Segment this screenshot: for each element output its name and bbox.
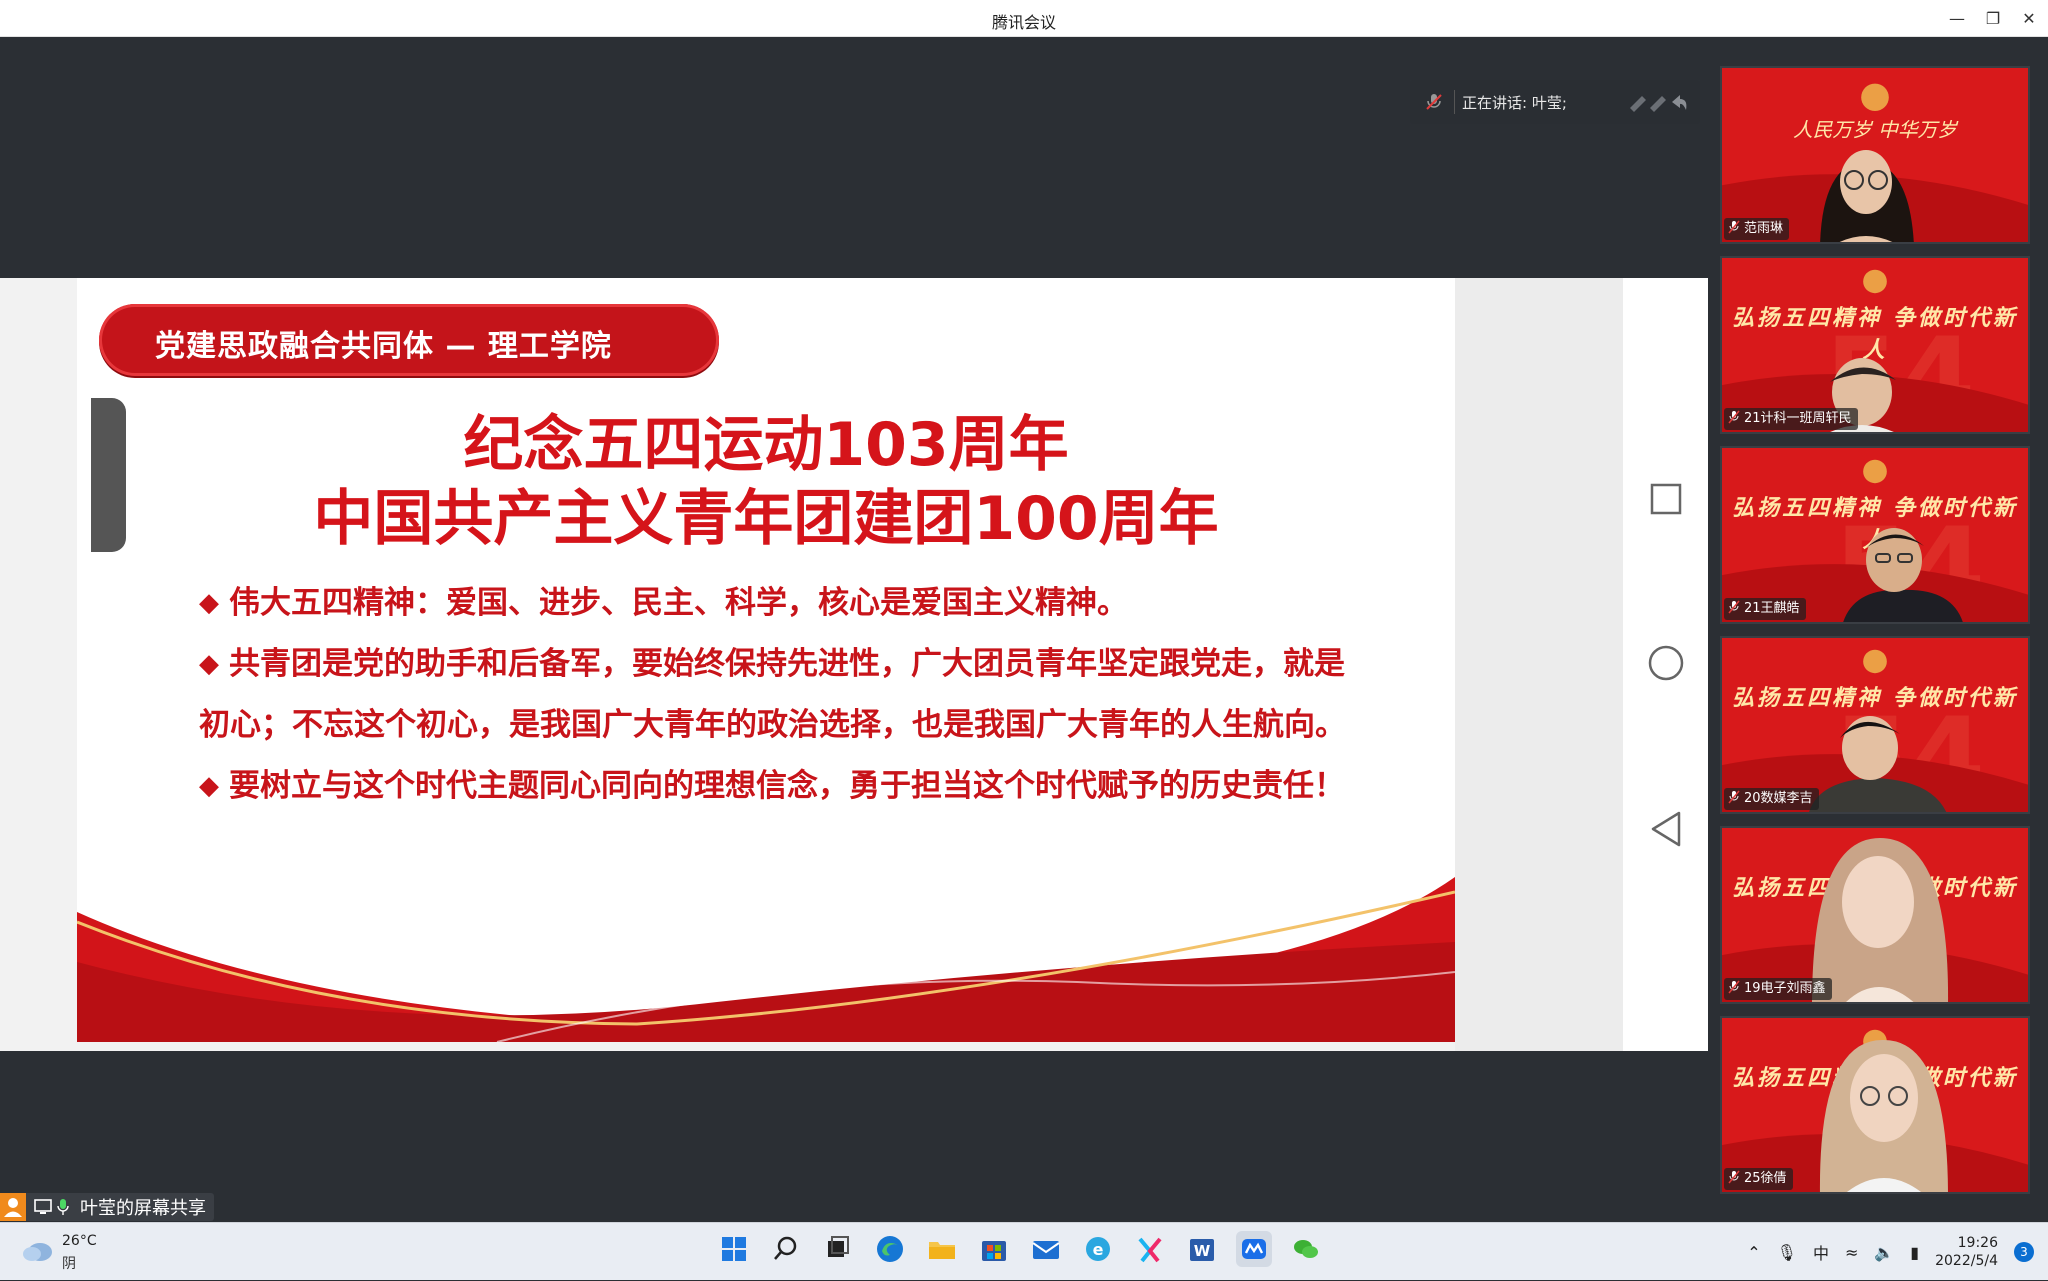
- mic-icon: [1728, 220, 1740, 234]
- ime-indicator[interactable]: 中: [1813, 1240, 1829, 1264]
- mic-icon: [1728, 410, 1740, 424]
- windows-taskbar: 26°C 阴 e W ⌃ 🎙 中 ≈ 🔈 ▮ 19:26 2022/5/4 3: [0, 1222, 2048, 1280]
- participant-tile[interactable]: 54 弘扬五四精神 争做时代新人 20数媒李吉: [1720, 636, 2030, 814]
- participant-name-label: 25徐倩: [1724, 1168, 1793, 1190]
- mic-icon: [1728, 790, 1740, 804]
- participant-tile[interactable]: 弘扬五四精神 争做时代新人 19电子刘雨鑫: [1720, 826, 2030, 1004]
- battery-icon[interactable]: ▮: [1910, 1243, 1919, 1262]
- youku-icon[interactable]: [1132, 1231, 1168, 1267]
- mic-icon: [57, 1199, 69, 1215]
- bullet-item: ◆ 共青团是党的助手和后备军，要始终保持先进性，广大团员青年坚定跟党走，就是初心；…: [199, 646, 1346, 743]
- participant-tile[interactable]: 弘扬五四精神 争做时代新人 25徐倩: [1720, 1016, 2030, 1194]
- svg-text:e: e: [1093, 1240, 1104, 1259]
- participant-video-person: [1820, 1039, 1948, 1192]
- user-icon: [0, 1193, 26, 1221]
- mic-muted-icon: [1426, 94, 1442, 110]
- shared-screen: 党建思政融合共同体 — 理工学院 纪念五四运动103周年 中国共产主义青年团建团…: [0, 278, 1708, 1051]
- screen-share-label: 叶莹的屏幕共享: [80, 1198, 206, 1219]
- file-explorer-icon[interactable]: [924, 1231, 960, 1267]
- diamond-icon: ◆: [199, 771, 219, 801]
- task-view-icon[interactable]: [820, 1231, 856, 1267]
- slide-header-pill: 党建思政融合共同体 — 理工学院: [99, 304, 719, 376]
- wechat-icon[interactable]: [1288, 1231, 1324, 1267]
- participants-sidebar: 人民万岁 中华万岁 范雨琳 54 弘扬五四精神 争做时代新人 21计科一班周轩民: [1708, 37, 2048, 1222]
- weather-temp: 26°C: [62, 1233, 97, 1249]
- slide-bullets: ◆ 伟大五四精神：爱国、进步、民主、科学，核心是爱国主义精神。 ◆ 共青团是党的助手…: [199, 573, 1349, 817]
- phone-nav-panel: [1623, 278, 1708, 1051]
- recent-apps-icon[interactable]: [1649, 482, 1683, 516]
- participant-name-label: 范雨琳: [1724, 218, 1790, 240]
- participant-tile[interactable]: 54 弘扬五四精神 争做时代新人 21计科一班周轩民: [1720, 256, 2030, 434]
- window-title: 腾讯会议: [991, 13, 1056, 32]
- word-icon[interactable]: W: [1184, 1231, 1220, 1267]
- svg-text:W: W: [1194, 1242, 1211, 1260]
- participant-video-person: [1820, 150, 1914, 242]
- clock[interactable]: 19:26 2022/5/4: [1935, 1234, 1998, 1270]
- restore-icon[interactable]: ❐: [1980, 6, 2006, 32]
- system-tray: ⌃ 🎙 中 ≈ 🔈 ▮ 19:26 2022/5/4 3: [1747, 1223, 2034, 1281]
- mic-icon: [1728, 1170, 1740, 1184]
- meeting-stage: 正在讲话: 叶莹; 党建思政融合共同体 — 理工学院 纪念五四运动103周年 中…: [0, 37, 1708, 1222]
- participant-tile[interactable]: 人民万岁 中华万岁 范雨琳: [1720, 66, 2030, 244]
- back-icon[interactable]: [1649, 810, 1683, 848]
- screen-share-icon: [34, 1199, 52, 1214]
- participant-video-person: [1809, 716, 1947, 812]
- diamond-icon: ◆: [199, 649, 219, 679]
- clock-time: 19:26: [1957, 1235, 1998, 1251]
- home-icon[interactable]: [1647, 644, 1685, 682]
- speaker-indicator: 正在讲话: 叶莹;: [1410, 80, 1700, 124]
- participant-name-label: 21计科一班周轩民: [1724, 408, 1858, 430]
- taskbar-apps: e W: [716, 1231, 1324, 1273]
- diamond-icon: ◆: [199, 588, 219, 618]
- store-icon[interactable]: [976, 1231, 1012, 1267]
- participant-tile[interactable]: 54 弘扬五四精神 争做时代新人 21王麒皓: [1720, 446, 2030, 624]
- screen-share-tag[interactable]: 叶莹的屏幕共享: [0, 1193, 214, 1221]
- minimize-icon[interactable]: —: [1944, 6, 1970, 32]
- close-icon[interactable]: ✕: [2016, 6, 2042, 32]
- weather-widget[interactable]: 26°C 阴: [22, 1231, 122, 1273]
- participant-name-label: 19电子刘雨鑫: [1724, 978, 1832, 1000]
- bullet-item: ◆ 要树立与这个时代主题同心同向的理想信念，勇于担当这个时代赋予的历史责任！: [199, 768, 1345, 804]
- mail-icon[interactable]: [1028, 1231, 1064, 1267]
- microphone-icon[interactable]: 🎙: [1777, 1243, 1797, 1262]
- mic-icon: [1728, 980, 1740, 994]
- tencent-meeting-icon[interactable]: [1236, 1231, 1272, 1267]
- annotation-controls-icon[interactable]: [1626, 90, 1688, 114]
- clock-date: 2022/5/4: [1935, 1253, 1998, 1269]
- slide-red-wave: [77, 877, 1455, 1042]
- cloud-icon: [23, 1243, 52, 1261]
- wifi-icon[interactable]: ≈: [1845, 1243, 1858, 1262]
- speaker-label: 正在讲话: 叶莹;: [1462, 94, 1567, 112]
- window-titlebar: 腾讯会议 — ❐ ✕: [0, 0, 2048, 37]
- slide-margin: [1455, 278, 1623, 1051]
- slide-title-line2: 中国共产主义青年团建团100周年: [313, 484, 1219, 554]
- start-icon[interactable]: [716, 1231, 752, 1267]
- participant-name-label: 21王麒皓: [1724, 598, 1806, 620]
- slide-header: 党建思政融合共同体 — 理工学院: [155, 329, 612, 364]
- bullet-item: ◆ 伟大五四精神：爱国、进步、民主、科学，核心是爱国主义精神。: [199, 585, 1128, 621]
- participant-name-label: 20数媒李吉: [1724, 788, 1819, 810]
- edge-icon[interactable]: [872, 1231, 908, 1267]
- presentation-slide: 党建思政融合共同体 — 理工学院 纪念五四运动103周年 中国共产主义青年团建团…: [77, 278, 1455, 1042]
- volume-icon[interactable]: 🔈: [1874, 1243, 1894, 1262]
- mic-icon: [1728, 600, 1740, 614]
- notification-badge[interactable]: 3: [2014, 1242, 2034, 1262]
- participant-video-person: [1843, 528, 1963, 622]
- ie-icon[interactable]: e: [1080, 1231, 1116, 1267]
- chevron-up-icon[interactable]: ⌃: [1747, 1243, 1760, 1262]
- search-icon[interactable]: [768, 1231, 804, 1267]
- weather-condition: 阴: [62, 1256, 76, 1272]
